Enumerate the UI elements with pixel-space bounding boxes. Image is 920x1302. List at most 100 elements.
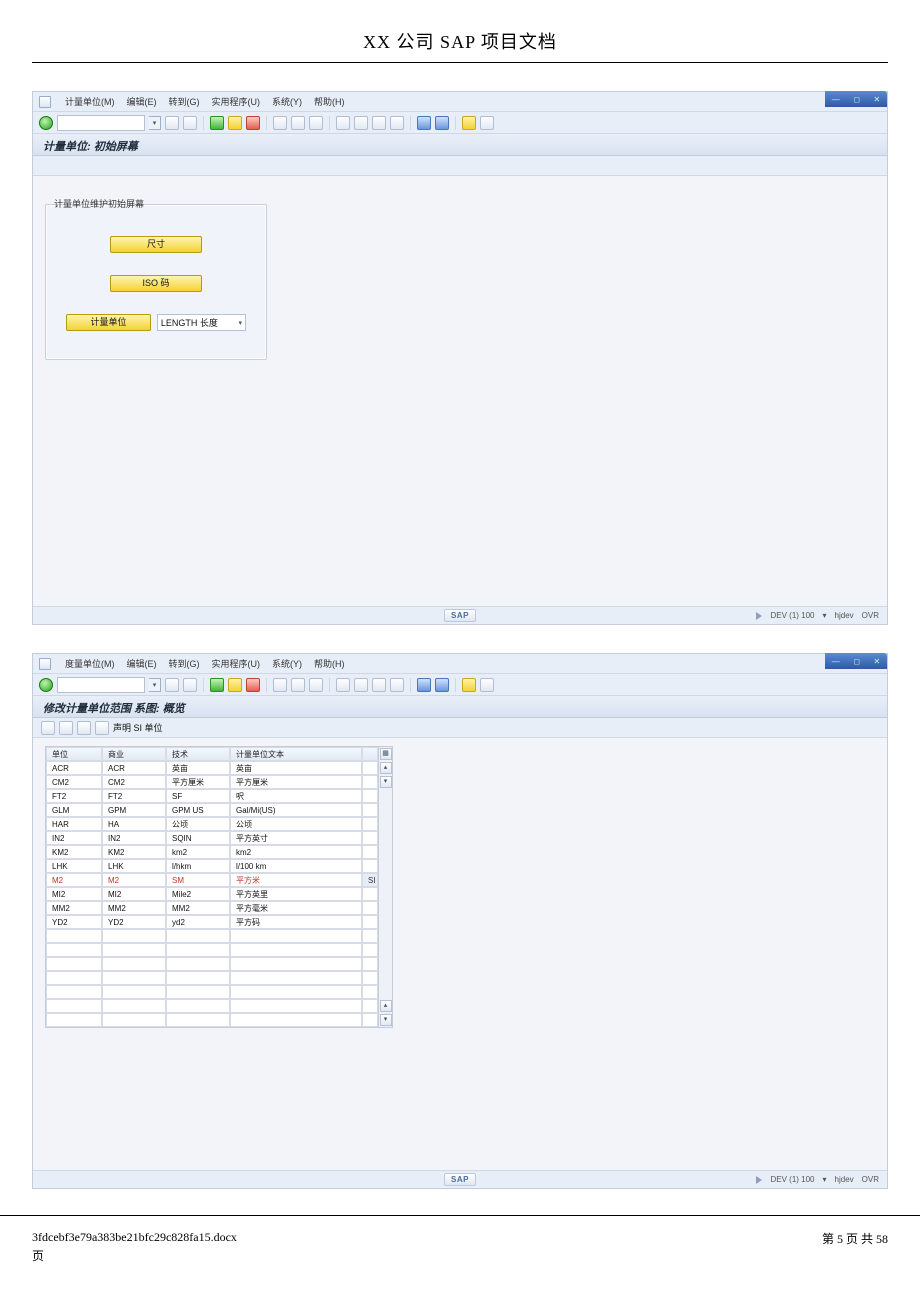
table-cell[interactable] [230, 985, 362, 999]
command-dropdown-icon[interactable]: ▾ [149, 678, 161, 692]
col-commercial[interactable]: 商业 [102, 747, 166, 761]
table-cell[interactable] [46, 929, 102, 943]
iso-codes-button[interactable]: ISO 码 [110, 275, 202, 292]
back-icon[interactable] [165, 116, 179, 130]
status-expand-icon[interactable] [756, 1176, 762, 1184]
scroll-up2-icon[interactable]: ▴ [380, 1000, 392, 1012]
table-cell[interactable] [362, 761, 378, 775]
table-cell[interactable] [166, 985, 230, 999]
table-cell[interactable]: 呎 [230, 789, 362, 803]
table-cell[interactable]: M2 [102, 873, 166, 887]
table-row[interactable]: GLMGPMGPM USGal/Mi(US) [46, 803, 378, 817]
close-icon[interactable]: ✕ [874, 95, 881, 104]
table-row[interactable]: M2M2SM平方米SI [46, 873, 378, 887]
scroll-down2-icon[interactable]: ▾ [380, 1014, 392, 1026]
table-cell[interactable]: IN2 [102, 831, 166, 845]
scroll-up-icon[interactable]: ▴ [380, 762, 392, 774]
table-cell[interactable]: FT2 [102, 789, 166, 803]
table-cell[interactable]: CM2 [46, 775, 102, 789]
table-cell[interactable]: GPM [102, 803, 166, 817]
next-page-icon[interactable] [372, 678, 386, 692]
table-cell[interactable]: KM2 [102, 845, 166, 859]
close-icon[interactable]: ✕ [874, 657, 881, 666]
table-cell[interactable]: 英亩 [230, 761, 362, 775]
table-cell[interactable] [362, 831, 378, 845]
units-button[interactable]: 计量单位 [66, 314, 151, 331]
table-row[interactable]: MM2MM2MM2平方毫米 [46, 901, 378, 915]
shortcut-icon[interactable] [435, 116, 449, 130]
details-icon[interactable] [41, 721, 55, 735]
table-cell[interactable]: MM2 [166, 901, 230, 915]
help-icon[interactable] [462, 116, 476, 130]
table-cell[interactable] [102, 971, 166, 985]
table-cell[interactable] [362, 887, 378, 901]
table-row[interactable]: HARHA公顷公顷 [46, 817, 378, 831]
table-row[interactable] [46, 971, 378, 985]
table-cell[interactable] [166, 943, 230, 957]
table-row[interactable] [46, 999, 378, 1013]
menu-help[interactable]: 帮助(H) [314, 95, 345, 108]
command-dropdown-icon[interactable]: ▾ [149, 116, 161, 130]
table-cell[interactable]: SI [362, 873, 378, 887]
table-scrollbar[interactable]: ▦ ▴ ▾ ▴ ▾ [379, 746, 393, 1028]
table-cell[interactable]: 平方米 [230, 873, 362, 887]
table-cell[interactable]: MM2 [46, 901, 102, 915]
table-cell[interactable]: 平方毫米 [230, 901, 362, 915]
menu-goto[interactable]: 转到(G) [169, 657, 200, 670]
dimensions-button[interactable]: 尺寸 [110, 236, 202, 253]
table-row[interactable] [46, 957, 378, 971]
table-row[interactable] [46, 1013, 378, 1027]
menu-system[interactable]: 系统(Y) [272, 657, 302, 670]
table-cell[interactable] [362, 817, 378, 831]
find-next-icon[interactable] [309, 678, 323, 692]
command-field[interactable] [57, 677, 145, 693]
find-next-icon[interactable] [309, 116, 323, 130]
table-row[interactable] [46, 929, 378, 943]
table-cell[interactable] [230, 957, 362, 971]
table-cell[interactable]: FT2 [46, 789, 102, 803]
table-cell[interactable] [362, 789, 378, 803]
table-cell[interactable] [230, 971, 362, 985]
menu-edit[interactable]: 编辑(E) [127, 657, 157, 670]
table-cell[interactable]: SQIN [166, 831, 230, 845]
create-session-icon[interactable] [417, 116, 431, 130]
table-cell[interactable] [166, 929, 230, 943]
table-cell[interactable]: M2 [46, 873, 102, 887]
table-row[interactable] [46, 985, 378, 999]
table-cell[interactable]: 平方英寸 [230, 831, 362, 845]
document-icon[interactable] [39, 658, 51, 670]
table-cell[interactable]: MI2 [46, 887, 102, 901]
table-cell[interactable]: GPM US [166, 803, 230, 817]
table-cell[interactable] [102, 929, 166, 943]
table-cell[interactable]: km2 [166, 845, 230, 859]
prev-page-icon[interactable] [354, 678, 368, 692]
table-row[interactable]: FT2FT2SF呎 [46, 789, 378, 803]
minimize-icon[interactable]: — [832, 95, 840, 104]
nav-back-icon[interactable] [210, 678, 224, 692]
find-icon[interactable] [291, 678, 305, 692]
save-icon[interactable] [183, 678, 197, 692]
table-row[interactable]: KM2KM2km2km2 [46, 845, 378, 859]
menu-utilities[interactable]: 实用程序(U) [212, 657, 261, 670]
print-icon[interactable] [273, 116, 287, 130]
table-cell[interactable] [102, 943, 166, 957]
table-cell[interactable]: ACR [102, 761, 166, 775]
help-icon[interactable] [462, 678, 476, 692]
table-cell[interactable] [230, 999, 362, 1013]
table-row[interactable]: ACRACR英亩英亩 [46, 761, 378, 775]
table-row[interactable]: IN2IN2SQIN平方英寸 [46, 831, 378, 845]
table-cell[interactable]: yd2 [166, 915, 230, 929]
cancel-icon[interactable] [246, 116, 260, 130]
menu-system[interactable]: 系统(Y) [272, 95, 302, 108]
table-cell[interactable]: YD2 [46, 915, 102, 929]
table-cell[interactable] [362, 859, 378, 873]
delete-icon[interactable] [95, 721, 109, 735]
enter-icon[interactable] [39, 116, 53, 130]
next-page-icon[interactable] [372, 116, 386, 130]
layout-icon[interactable] [480, 678, 494, 692]
save-icon[interactable] [183, 116, 197, 130]
menu-goto[interactable]: 转到(G) [169, 95, 200, 108]
exit-icon[interactable] [228, 678, 242, 692]
find-icon[interactable] [291, 116, 305, 130]
last-page-icon[interactable] [390, 116, 404, 130]
